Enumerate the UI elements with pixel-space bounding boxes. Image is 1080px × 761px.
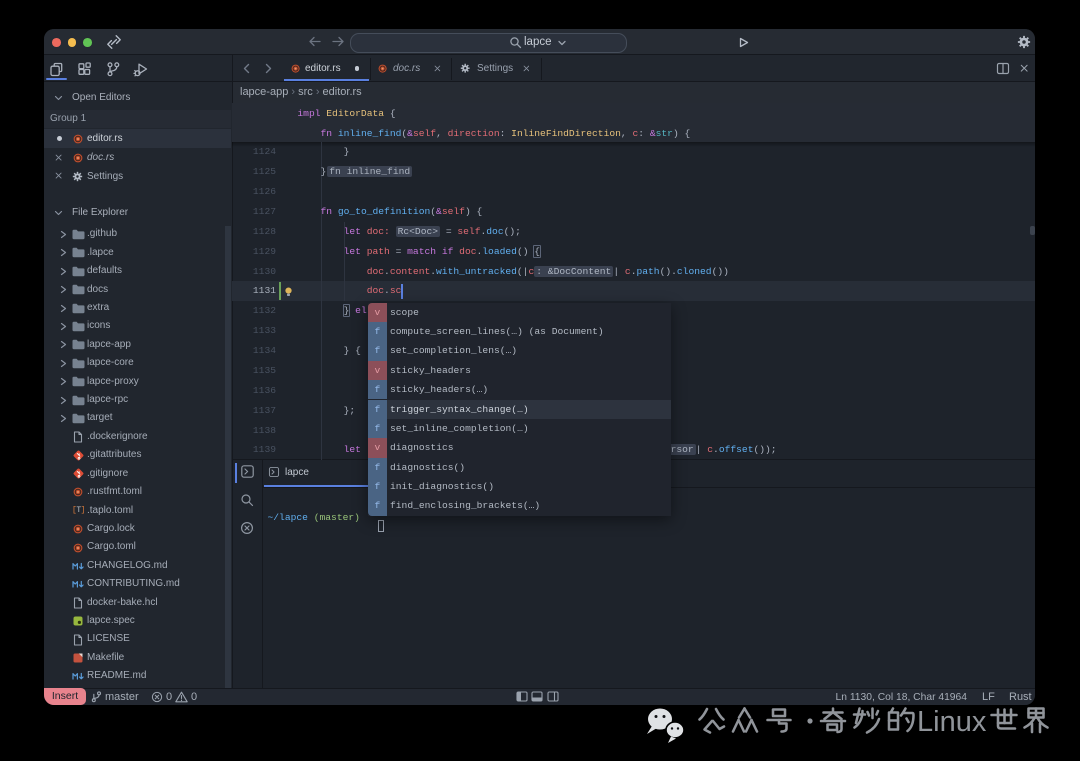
svg-text:Linux: Linux [917, 706, 987, 738]
